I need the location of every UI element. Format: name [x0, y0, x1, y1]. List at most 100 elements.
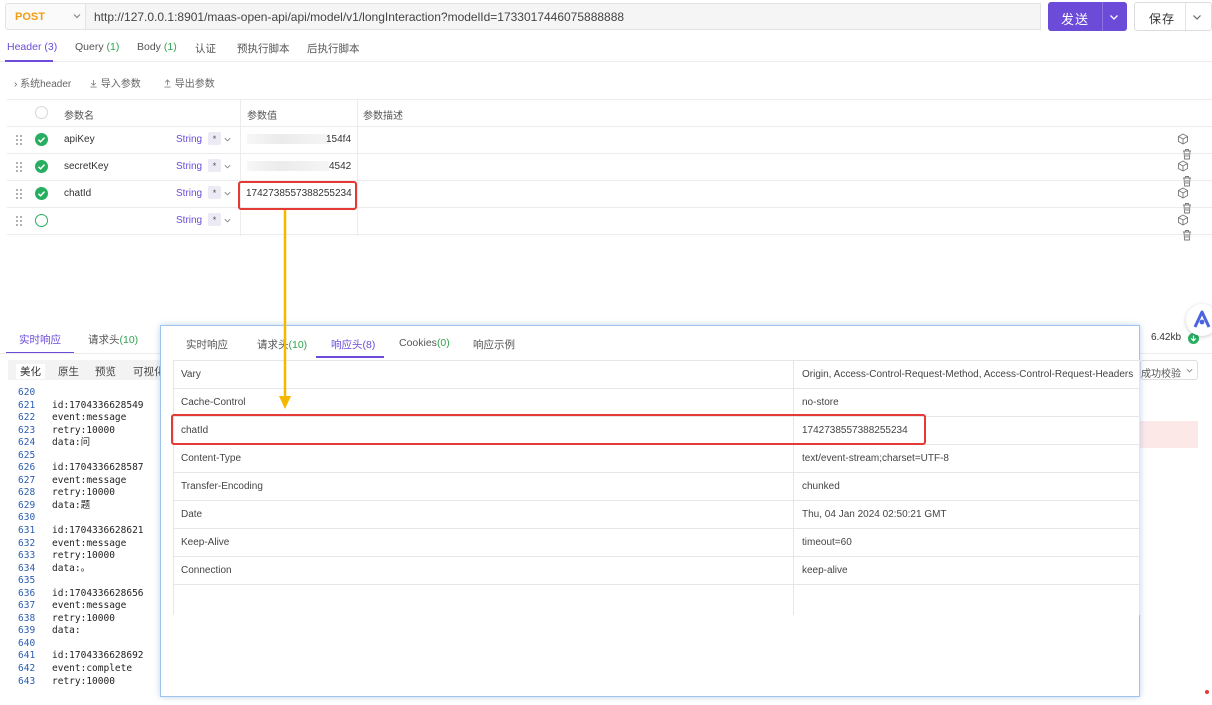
header-name: Date [181, 509, 203, 520]
code-line: 628 retry:10000 [18, 487, 160, 500]
cube-icon[interactable] [1177, 133, 1189, 145]
required-toggle[interactable]: * [208, 213, 221, 226]
response-size: 6.42kb [1151, 332, 1182, 343]
tab-cookies[interactable]: Cookies(0) [399, 337, 450, 349]
format-preview[interactable]: 预览 [95, 364, 116, 379]
tab-response-headers[interactable]: 响应头(8) [331, 337, 375, 352]
row-checkbox[interactable] [35, 214, 48, 227]
verify-select[interactable]: 成功校验 [1140, 360, 1198, 380]
active-tab-underline [316, 356, 384, 358]
chevron-down-icon[interactable] [223, 135, 232, 144]
cube-icon[interactable] [1177, 160, 1189, 172]
header-value: text/event-stream;charset=UTF-8 [802, 453, 949, 464]
method-label: POST [15, 11, 45, 23]
required-toggle[interactable]: * [208, 186, 221, 199]
format-pretty[interactable]: 美化 [16, 364, 45, 379]
param-type-select[interactable]: String [176, 161, 202, 172]
header-value: keep-alive [802, 565, 848, 576]
code-line: 624 data:问 [18, 437, 160, 450]
upload-icon [164, 79, 171, 88]
tab-auth[interactable]: 认证 [195, 41, 216, 56]
tab-pre-script[interactable]: 预执行脚本 [237, 41, 290, 56]
required-toggle[interactable]: * [208, 132, 221, 145]
header-value: chunked [802, 481, 840, 492]
cube-icon[interactable] [1177, 214, 1189, 226]
chevron-down-icon[interactable] [1191, 11, 1203, 23]
tab-body[interactable]: Body (1) [137, 41, 177, 53]
line-number: 631 [18, 525, 36, 537]
drag-handle-icon[interactable] [15, 161, 23, 173]
line-number: 632 [18, 537, 36, 549]
trash-icon[interactable] [1181, 229, 1193, 241]
row-checkbox[interactable] [35, 187, 48, 200]
tab-realtime-response[interactable]: 实时响应 [19, 332, 61, 347]
code-line: 629 data:题 [18, 500, 160, 513]
cube-icon[interactable] [1177, 187, 1189, 199]
header-name: Vary [181, 369, 201, 380]
param-type-select[interactable]: String [176, 215, 202, 226]
chevron-down-icon [1186, 368, 1193, 373]
tab-realtime-response[interactable]: 实时响应 [186, 337, 228, 352]
system-header-toggle[interactable]: › 系统header [14, 75, 71, 90]
code-text: event:message [52, 600, 127, 612]
chevron-down-icon[interactable] [223, 162, 232, 171]
param-name[interactable]: secretKey [64, 161, 108, 172]
code-text: retry:10000 [52, 550, 115, 562]
select-all-checkbox[interactable] [35, 106, 48, 119]
param-type-select[interactable]: String [176, 134, 202, 145]
format-tabs: 美化 原生 预览 可视化 [8, 360, 160, 380]
code-line: 620 [18, 387, 160, 400]
tab-header[interactable]: Header (3) [7, 41, 57, 53]
code-text: event:message [52, 412, 127, 424]
code-text: data:问 [52, 437, 91, 449]
drag-handle-icon[interactable] [15, 134, 23, 146]
url-input[interactable]: http://127.0.0.1:8901/maas-open-api/api/… [85, 3, 1041, 30]
code-text: retry:10000 [52, 424, 115, 436]
response-tabs: 实时响应 请求头(10) [0, 328, 160, 354]
code-text: id:1704336628549 [52, 399, 144, 411]
export-params-button[interactable]: 导出参数 [163, 75, 215, 90]
row-checkbox[interactable] [35, 160, 48, 173]
code-line: 639 data: [18, 625, 160, 638]
tab-response-example[interactable]: 响应示例 [473, 337, 515, 352]
param-name[interactable]: apiKey [64, 134, 95, 145]
method-select[interactable]: POST [5, 3, 85, 30]
line-number: 643 [18, 675, 36, 687]
chevron-down-icon [73, 14, 81, 19]
param-value[interactable]: 154f4 [326, 134, 351, 145]
tab-post-script[interactable]: 后执行脚本 [307, 41, 360, 56]
import-params-button[interactable]: 导入参数 [89, 75, 141, 90]
code-line: 627 event:message [18, 475, 160, 488]
code-line: 631 id:1704336628621 [18, 525, 160, 538]
param-value[interactable]: 4542 [329, 161, 351, 172]
table-row: Content-Type text/event-stream;charset=UT… [173, 445, 1140, 473]
assistant-avatar[interactable] [1186, 304, 1212, 336]
chevron-down-icon[interactable] [1108, 11, 1120, 23]
send-divider [1102, 2, 1103, 31]
param-name[interactable]: chatId [64, 188, 91, 199]
required-toggle[interactable]: * [208, 159, 221, 172]
param-type-select[interactable]: String [176, 188, 202, 199]
chevron-down-icon[interactable] [223, 189, 232, 198]
code-text: id:1704336628587 [52, 462, 144, 474]
drag-handle-icon[interactable] [15, 215, 23, 227]
code-text: id:1704336628621 [52, 525, 144, 537]
format-raw[interactable]: 原生 [58, 364, 79, 379]
format-visual[interactable]: 可视化 [133, 364, 160, 379]
check-icon [37, 164, 46, 170]
send-label: 发送 [1061, 12, 1090, 27]
send-button[interactable]: 发送 [1048, 2, 1127, 31]
save-button[interactable]: 保存 [1134, 2, 1212, 31]
masked-value [247, 161, 329, 171]
highlight-box-chatid-header [171, 414, 926, 445]
tab-request-headers[interactable]: 请求头(10) [88, 332, 138, 347]
line-number: 630 [18, 512, 36, 524]
header-name: Content-Type [181, 453, 242, 464]
tab-query[interactable]: Query (1) [75, 41, 119, 53]
header-value: no-store [802, 397, 839, 408]
row-checkbox[interactable] [35, 133, 48, 146]
drag-handle-icon[interactable] [15, 188, 23, 200]
line-number: 635 [18, 575, 36, 587]
chevron-down-icon[interactable] [223, 216, 232, 225]
line-number: 629 [18, 499, 36, 511]
